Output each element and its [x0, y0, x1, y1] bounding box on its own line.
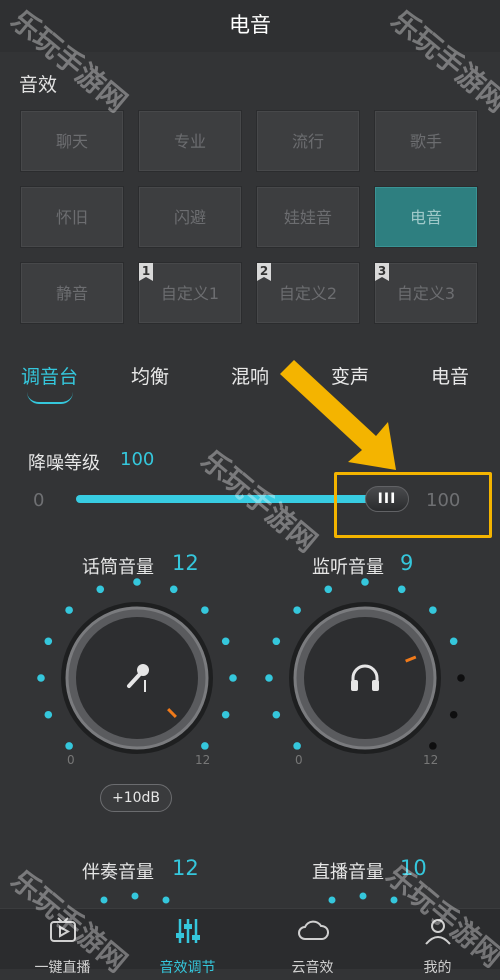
knob-max-label: 12	[195, 753, 210, 767]
custom-flag-badge: 1	[139, 263, 153, 281]
knob-level-dot	[324, 585, 333, 594]
knob-level-dot	[133, 578, 141, 586]
nav-label-cloud-effects: 云音效	[291, 960, 334, 976]
knob-level-dot	[96, 585, 105, 594]
effect-button-singer[interactable]: 歌手	[374, 110, 478, 172]
effect-button-mute[interactable]: 静音	[20, 262, 124, 324]
knob-level-dot	[449, 637, 458, 646]
mic-volume-knob[interactable]: 0 12	[22, 578, 252, 778]
knob-level-dot	[293, 606, 301, 614]
monitor-volume-value: 9	[400, 551, 414, 575]
effect-button-dodge[interactable]: 闪避	[138, 186, 242, 248]
tab-electronic[interactable]: 电音	[431, 362, 469, 389]
annotation-highlight-box	[334, 472, 492, 538]
effects-section-label: 音效	[19, 74, 58, 96]
mic-volume-value: 12	[172, 551, 199, 575]
accompaniment-volume-label: 伴奏音量	[82, 862, 154, 883]
custom-flag-badge: 2	[257, 263, 271, 281]
noise-level-label: 降噪等级	[28, 453, 100, 474]
nav-label-sound-adjust: 音效调节	[159, 960, 216, 976]
knob-level-dot	[65, 606, 73, 614]
knob-level-dot	[201, 606, 209, 614]
effect-button-chat[interactable]: 聊天	[20, 110, 124, 172]
slider-min-label: 0	[33, 490, 45, 511]
monitor-volume-label: 监听音量	[312, 557, 384, 578]
accompaniment-volume-value: 12	[172, 856, 199, 880]
knob-level-dot	[272, 710, 281, 719]
knob-level-dot	[65, 742, 73, 750]
knob-max-label: 12	[423, 753, 438, 767]
knob-level-dot	[272, 637, 281, 646]
knob-face	[304, 617, 426, 739]
noise-level-value: 100	[120, 449, 155, 470]
equalizer-icon	[175, 919, 200, 943]
effect-button-pop[interactable]: 流行	[256, 110, 360, 172]
annotation-arrow-icon	[280, 360, 396, 470]
effect-button-custom-2[interactable]: 2 自定义2	[256, 262, 360, 324]
tab-mixing-console[interactable]: 调音台	[21, 362, 78, 389]
effect-button-baby-voice[interactable]: 娃娃音	[256, 186, 360, 248]
knob-level-dot	[221, 710, 230, 719]
knob-level-dot	[37, 674, 45, 682]
knob-level-dot	[44, 710, 53, 719]
effect-button-pro[interactable]: 专业	[138, 110, 242, 172]
effect-button-nostalgia[interactable]: 怀旧	[20, 186, 124, 248]
knob-min-label: 0	[67, 753, 75, 767]
effect-button-electronic[interactable]: 电音	[374, 186, 478, 248]
knob-level-dot	[229, 674, 237, 682]
mic-volume-label: 话筒音量	[82, 557, 154, 578]
boost-10db-button[interactable]: +10dB	[100, 784, 172, 812]
effect-button-custom-3[interactable]: 3 自定义3	[374, 262, 478, 324]
knob-level-dot	[265, 674, 273, 682]
knob-level-dot	[429, 606, 437, 614]
knob-level-dot	[449, 710, 458, 719]
live-volume-label: 直播音量	[312, 862, 384, 883]
knob-min-label: 0	[295, 753, 303, 767]
page-title: 电音	[229, 13, 271, 37]
effect-button-custom-1[interactable]: 1 自定义1	[138, 262, 242, 324]
knob-level-dot	[169, 585, 178, 594]
cloud-icon	[297, 920, 329, 940]
knob-level-dot	[44, 637, 53, 646]
knob-level-dot	[221, 637, 230, 646]
knob-level-dot	[201, 742, 209, 750]
knob-level-dot	[293, 742, 301, 750]
custom-flag-badge: 3	[375, 263, 389, 281]
monitor-volume-knob[interactable]: 0 12	[250, 578, 480, 778]
active-tab-indicator	[27, 392, 73, 404]
knob-level-dot	[457, 674, 465, 682]
knob-level-dot	[429, 742, 437, 750]
nav-item-cloud-effects[interactable]: 云音效	[250, 909, 375, 976]
knob-level-dot	[397, 585, 406, 594]
tab-equalizer[interactable]: 均衡	[131, 362, 169, 389]
knob-level-dot	[361, 578, 369, 586]
tab-reverb[interactable]: 混响	[231, 362, 269, 389]
mixer-tabs: 调音台 均衡 混响 变声 电音	[0, 358, 500, 408]
nav-item-sound-adjust[interactable]: 音效调节	[125, 909, 250, 976]
